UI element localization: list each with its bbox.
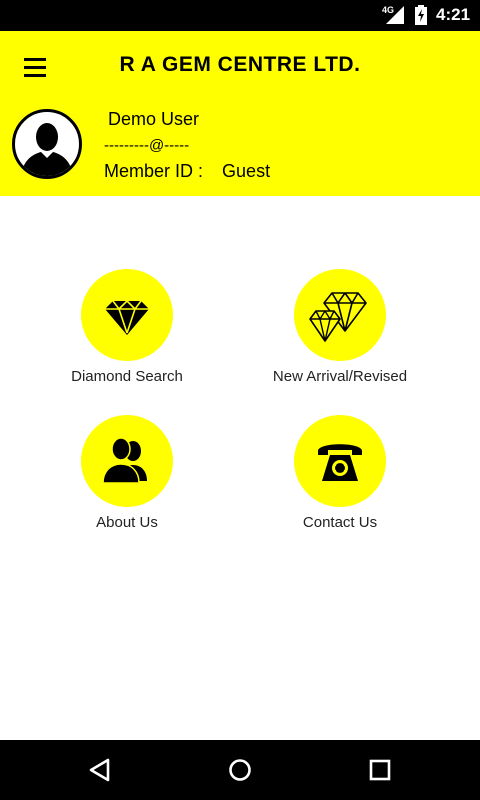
- battery-charging-icon: [415, 5, 427, 25]
- status-bar: 4G 4:21: [0, 0, 480, 31]
- app-title: R A GEM CENTRE LTD.: [119, 53, 361, 76]
- users-icon: [102, 437, 147, 484]
- home-icon[interactable]: [220, 750, 260, 790]
- about-us-circle[interactable]: [81, 415, 173, 507]
- new-arrival-circle[interactable]: [294, 269, 386, 361]
- user-email: ---------@-----: [104, 137, 190, 154]
- clock: 4:21: [436, 5, 471, 24]
- app-header: R A GEM CENTRE LTD. Demo User ---------@…: [0, 31, 480, 196]
- user-silhouette-icon[interactable]: [12, 109, 82, 179]
- member-id-label: Member ID :: [104, 161, 204, 181]
- new-arrival-tile[interactable]: New Arrival/Revised: [240, 269, 440, 399]
- about-us-tile[interactable]: About Us: [27, 415, 227, 545]
- diamonds-icon: [309, 292, 367, 342]
- contact-us-circle[interactable]: [294, 415, 386, 507]
- navigation-bar: [0, 740, 480, 800]
- diamond-search-label: Diamond Search: [71, 368, 183, 385]
- user-name: Demo User: [108, 109, 200, 129]
- contact-us-tile[interactable]: Contact Us: [240, 415, 440, 545]
- member-id-value: Guest: [222, 161, 271, 181]
- about-us-label: About Us: [96, 514, 158, 531]
- diamond-search-tile[interactable]: Diamond Search: [27, 269, 227, 399]
- diamond-search-circle[interactable]: [81, 269, 173, 361]
- member-id-row: Member ID : Guest: [104, 161, 270, 182]
- signal-icon: [386, 6, 404, 24]
- telephone-icon: [318, 444, 362, 481]
- back-icon[interactable]: [80, 750, 120, 790]
- diamond-icon: [105, 300, 149, 335]
- recents-icon[interactable]: [360, 750, 400, 790]
- new-arrival-label: New Arrival/Revised: [272, 368, 408, 385]
- contact-us-label: Contact Us: [302, 514, 378, 531]
